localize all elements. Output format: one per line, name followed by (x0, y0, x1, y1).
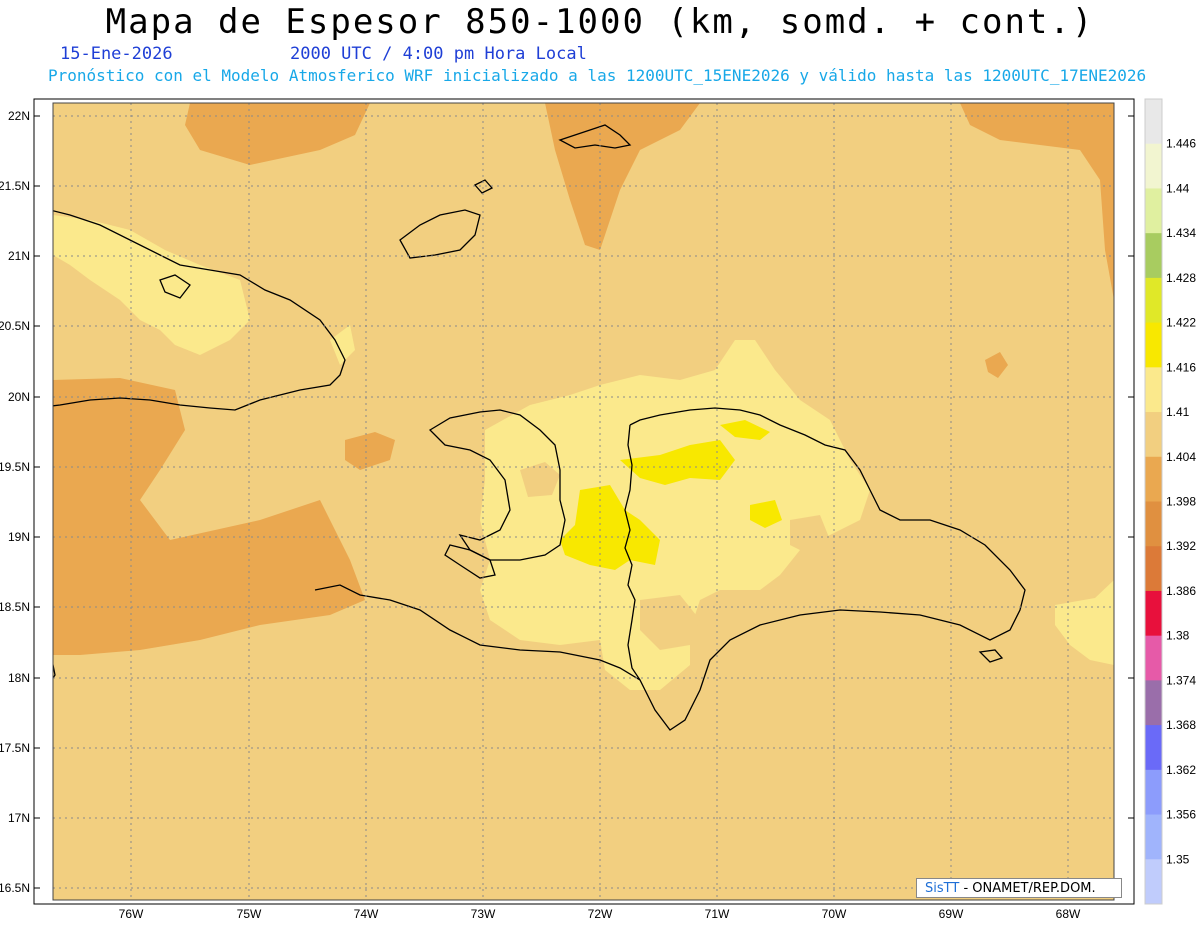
colorbar-label: 1.356 (1166, 808, 1196, 822)
lat-label: 21N (8, 249, 30, 263)
lon-label: 71W (705, 907, 730, 921)
lon-label: 76W (119, 907, 144, 921)
lon-label: 74W (354, 907, 379, 921)
colorbar-swatch (1145, 501, 1162, 547)
lat-label: 19N (8, 530, 30, 544)
colorbar-label: 1.38 (1166, 629, 1190, 643)
colorbar-swatch (1145, 814, 1162, 860)
lat-label: 20.5N (0, 319, 30, 333)
lat-label: 18N (8, 671, 30, 685)
colorbar-swatch (1145, 322, 1162, 368)
colorbar-swatch (1145, 635, 1162, 681)
colorbar-label: 1.434 (1166, 226, 1196, 240)
colorbar-swatch (1145, 590, 1162, 637)
colorbar-swatch (1145, 188, 1162, 234)
colorbar-label: 1.428 (1166, 271, 1196, 285)
colorbar-label: 1.44 (1166, 181, 1190, 195)
colorbar-swatch (1145, 859, 1162, 905)
colorbar-swatch (1145, 99, 1162, 145)
lat-label: 21.5N (0, 179, 30, 193)
colorbar-swatch (1145, 143, 1162, 189)
lon-label: 70W (822, 907, 847, 921)
credit-brand: SisTT (925, 881, 960, 896)
colorbar-label: 1.422 (1166, 316, 1196, 330)
colorbar-swatch (1145, 546, 1162, 592)
colorbar-label: 1.446 (1166, 137, 1196, 151)
colorbar: 1.446 1.44 1.434 1.428 1.422 1.416 1.41 1.404 1.… (1144, 98, 1196, 905)
lon-label: 69W (939, 907, 964, 921)
colorbar-label: 1.35 (1166, 852, 1190, 866)
credit-text: - ONAMET/REP.DOM. (963, 881, 1096, 896)
credit-box: SisTT - ONAMET/REP.DOM. (916, 878, 1122, 898)
lat-label: 20N (8, 390, 30, 404)
map-field (53, 103, 1114, 900)
colorbar-swatch (1145, 680, 1162, 726)
colorbar-label: 1.416 (1166, 360, 1196, 374)
colorbar-swatch (1145, 367, 1162, 413)
colorbar-swatch (1145, 277, 1162, 324)
lat-label: 17N (8, 811, 30, 825)
lat-axis: 22N 21.5N 21N 20.5N 20N 19.5N 19N 18.5N … (0, 109, 30, 895)
colorbar-label: 1.41 (1166, 405, 1190, 419)
colorbar-swatch (1145, 412, 1162, 458)
colorbar-swatch (1145, 725, 1162, 771)
lon-label: 72W (588, 907, 613, 921)
lon-label: 68W (1056, 907, 1081, 921)
lon-label: 73W (471, 907, 496, 921)
thickness-map: 22N 21.5N 21N 20.5N 20N 19.5N 19N 18.5N … (0, 98, 1196, 921)
lat-label: 16.5N (0, 881, 30, 895)
colorbar-label: 1.362 (1166, 763, 1196, 777)
lat-label: 18.5N (0, 600, 30, 614)
colorbar-swatch (1145, 456, 1162, 502)
lat-label: 17.5N (0, 741, 30, 755)
colorbar-swatch (1145, 769, 1162, 816)
colorbar-label: 1.404 (1166, 450, 1196, 464)
colorbar-label: 1.374 (1166, 673, 1196, 687)
colorbar-label: 1.386 (1166, 584, 1196, 598)
colorbar-label: 1.368 (1166, 718, 1196, 732)
colorbar-label: 1.392 (1166, 539, 1196, 553)
lat-label: 19.5N (0, 460, 30, 474)
colorbar-swatch (1145, 233, 1162, 279)
lon-axis: 76W 75W 74W 73W 72W 71W 70W 69W 68W (119, 907, 1081, 921)
colorbar-label: 1.398 (1166, 495, 1196, 509)
lon-label: 75W (237, 907, 262, 921)
lat-label: 22N (8, 109, 30, 123)
